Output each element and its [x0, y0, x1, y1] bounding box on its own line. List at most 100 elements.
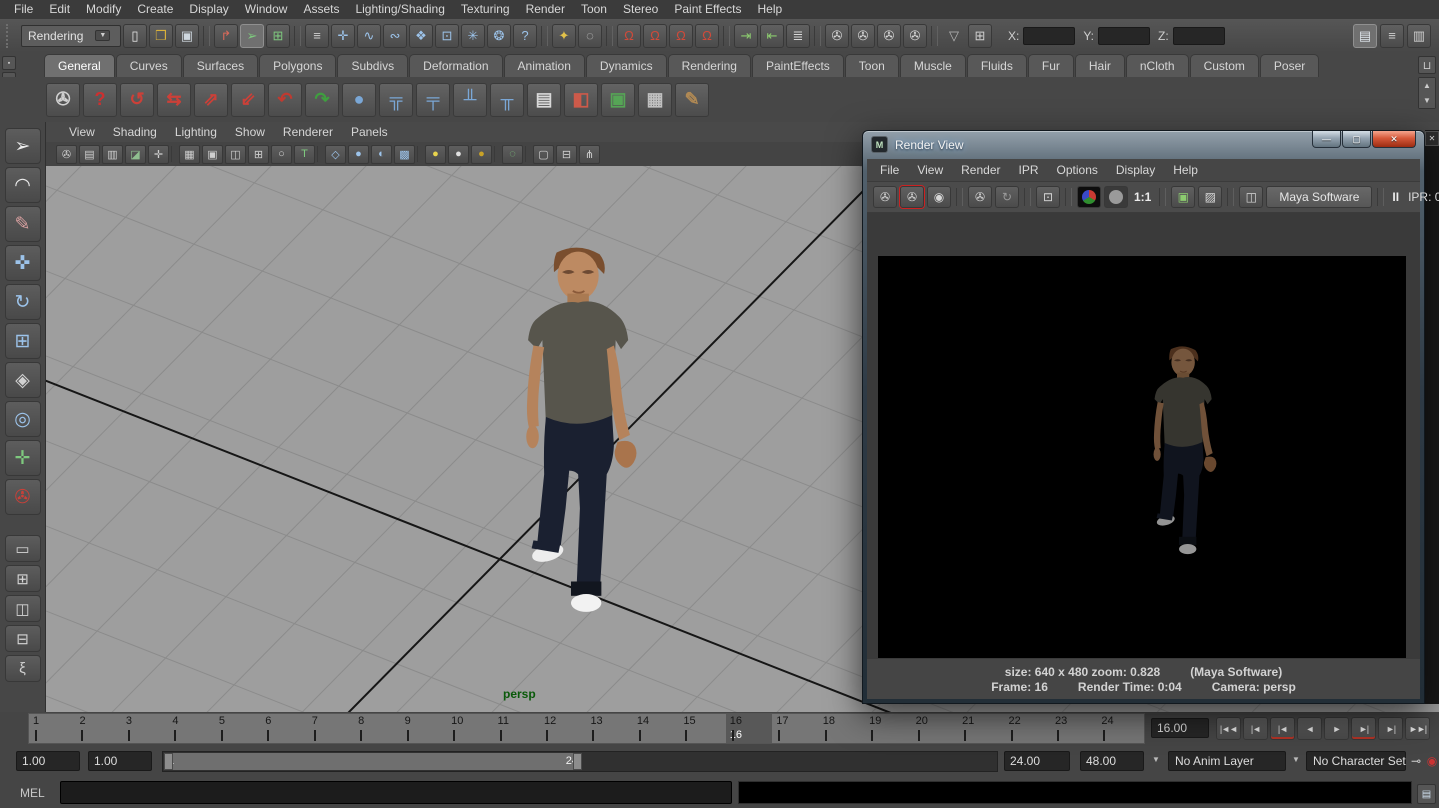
output-connections-button[interactable]: ⇤ — [760, 24, 784, 48]
frame-cell[interactable]: 8 — [354, 714, 400, 743]
ratio-1to1-button[interactable]: 1:1 — [1131, 186, 1154, 208]
graph-persp-layout-button[interactable]: ⊟ — [5, 625, 41, 652]
select-camera-icon[interactable]: ✇ — [56, 145, 77, 164]
viewport-menu-item[interactable]: Show — [226, 122, 274, 142]
frame-cell[interactable]: 6 — [261, 714, 307, 743]
universal-manipulator-tool[interactable]: ◈ — [5, 362, 41, 398]
mask-rendering-button[interactable]: ❂ — [487, 24, 511, 48]
frame-cell[interactable]: 24 — [1097, 714, 1143, 743]
channel-box-toggle[interactable]: ▥ — [1407, 24, 1431, 48]
highlight-select-icon[interactable]: ◌ — [502, 145, 523, 164]
render-view-menu-item[interactable]: Help — [1164, 159, 1207, 181]
mask-points-button[interactable]: ✛ — [331, 24, 355, 48]
frame-cell[interactable]: 7 — [308, 714, 354, 743]
mel-toggle[interactable]: MEL — [8, 778, 54, 808]
frame-ruler[interactable]: 1 2 3 4 5 — [28, 713, 1145, 744]
render-view-menu-item[interactable]: File — [871, 159, 908, 181]
animation-start-input[interactable] — [88, 751, 152, 771]
pause-ipr-button[interactable]: II — [1389, 186, 1402, 208]
script-editor-icon[interactable]: ▤ — [1417, 784, 1436, 804]
anim-layer-select[interactable]: No Anim Layer — [1168, 751, 1286, 771]
menu-item[interactable]: Edit — [41, 0, 78, 19]
gate-mask-icon[interactable]: ◫ — [225, 145, 246, 164]
projector-icon[interactable]: ✇ — [46, 83, 80, 117]
flat-shade-icon[interactable]: ◐ — [371, 145, 392, 164]
shelf-tab[interactable]: Polygons — [259, 54, 336, 77]
mask-misc-button[interactable]: ? — [513, 24, 537, 48]
render-frame-button[interactable]: ✇ — [873, 186, 897, 208]
mel-command-input[interactable] — [60, 781, 732, 804]
open-scene-button[interactable]: ❒ — [149, 24, 173, 48]
delete-history-icon[interactable]: ● — [342, 83, 376, 117]
chevron-down-icon[interactable]: ▼ — [1292, 755, 1300, 764]
render-current-frame-button[interactable]: ✇ — [851, 24, 875, 48]
quick-select-field-button[interactable]: ⊞ — [968, 24, 992, 48]
frame-cell[interactable]: 16 16 — [726, 714, 772, 743]
frame-cell[interactable]: 18 — [819, 714, 865, 743]
shelf-menu-icon[interactable]: ▪ — [2, 56, 16, 70]
frame-cell[interactable]: 9 — [401, 714, 447, 743]
step-forward-key-button[interactable]: ►| — [1351, 717, 1376, 740]
tool-settings-toggle[interactable]: ≡ — [1380, 24, 1404, 48]
select-object-mode-button[interactable]: ➢ — [240, 24, 264, 48]
shelf-tab[interactable]: Curves — [116, 54, 182, 77]
film-gate-icon[interactable]: ▦ — [179, 145, 200, 164]
help-icon[interactable]: ? — [83, 83, 117, 117]
renderer-select[interactable]: Maya Software — [1266, 186, 1372, 208]
duplicate-object-icon[interactable]: ◧ — [564, 83, 598, 117]
menu-set-selector[interactable]: Rendering ▼ — [21, 25, 121, 47]
menu-item[interactable]: Texturing — [453, 0, 518, 19]
frame-cell[interactable]: 15 — [679, 714, 725, 743]
menu-item[interactable]: Toon — [573, 0, 615, 19]
chevron-down-icon[interactable]: ▼ — [1152, 755, 1160, 764]
collapse-arrow[interactable]: ▽ — [942, 24, 966, 48]
new-scene-button[interactable]: ▯ — [123, 24, 147, 48]
shelf-tab[interactable]: Deformation — [409, 54, 502, 77]
unparent-icon[interactable]: ╨ — [453, 83, 487, 117]
wireframe-icon[interactable]: ◇ — [325, 145, 346, 164]
field-chart-icon[interactable]: ⊞ — [248, 145, 269, 164]
select-tool[interactable]: ➢ — [5, 128, 41, 164]
image-plane-icon[interactable]: ◪ — [125, 145, 146, 164]
redo-previous-render-button[interactable]: ✇ — [900, 186, 924, 208]
undo-icon[interactable]: ↶ — [268, 83, 302, 117]
mask-handles-button[interactable]: ∿ — [357, 24, 381, 48]
shelf-tab[interactable]: Animation — [504, 54, 585, 77]
paint-effects-brush-icon[interactable]: ✎ — [675, 83, 709, 117]
menu-item[interactable]: Create — [129, 0, 181, 19]
shelf-tab[interactable]: Fluids — [967, 54, 1027, 77]
isolate-icon[interactable]: ▢ — [533, 145, 554, 164]
soft-modification-tool[interactable]: ◎ — [5, 401, 41, 437]
range-end-handle[interactable] — [573, 753, 582, 770]
select-hierarchy-mode-button[interactable]: ↱ — [214, 24, 238, 48]
render-view-menu-item[interactable]: View — [908, 159, 952, 181]
frame-cell[interactable]: 19 — [865, 714, 911, 743]
shelf-tab[interactable]: Toon — [845, 54, 899, 77]
current-time-input[interactable] — [1151, 718, 1209, 738]
menu-item[interactable]: Assets — [295, 0, 347, 19]
gold-light-icon[interactable]: ● — [471, 145, 492, 164]
maximize-button[interactable]: ▢ — [1342, 131, 1371, 148]
shelf-tab[interactable]: nCloth — [1126, 54, 1189, 77]
playback-range-bar[interactable]: 1 24 — [164, 753, 582, 770]
shelf-tab[interactable]: Muscle — [900, 54, 966, 77]
step-back-frame-button[interactable]: |◄ — [1243, 717, 1268, 740]
character-set-select[interactable]: No Character Set — [1306, 751, 1406, 771]
go-to-end-button[interactable]: ►►| — [1405, 717, 1430, 740]
shelf-tab[interactable]: Subdivs — [337, 54, 408, 77]
all-lights-icon[interactable]: ● — [448, 145, 469, 164]
camera-dolly-icon[interactable]: ⇗ — [194, 83, 228, 117]
shelf-tab[interactable]: Surfaces — [183, 54, 258, 77]
step-forward-frame-button[interactable]: ►| — [1378, 717, 1403, 740]
range-slider-track[interactable]: 1 24 — [162, 751, 998, 772]
play-forwards-button[interactable]: ► — [1324, 717, 1349, 740]
mask-surfaces-button[interactable]: ❖ — [409, 24, 433, 48]
minimize-button[interactable]: — — [1312, 131, 1341, 148]
menu-item[interactable]: Help — [750, 0, 791, 19]
frame-cell[interactable]: 1 — [29, 714, 75, 743]
render-settings-button[interactable]: ▣ — [1171, 186, 1195, 208]
frame-cell[interactable]: 11 — [494, 714, 540, 743]
selection-mask-menu-button[interactable]: ≡ — [305, 24, 329, 48]
auto-keyframe-icon[interactable]: ◉ — [1424, 752, 1439, 770]
render-view-menu-item[interactable]: IPR — [1010, 159, 1048, 181]
